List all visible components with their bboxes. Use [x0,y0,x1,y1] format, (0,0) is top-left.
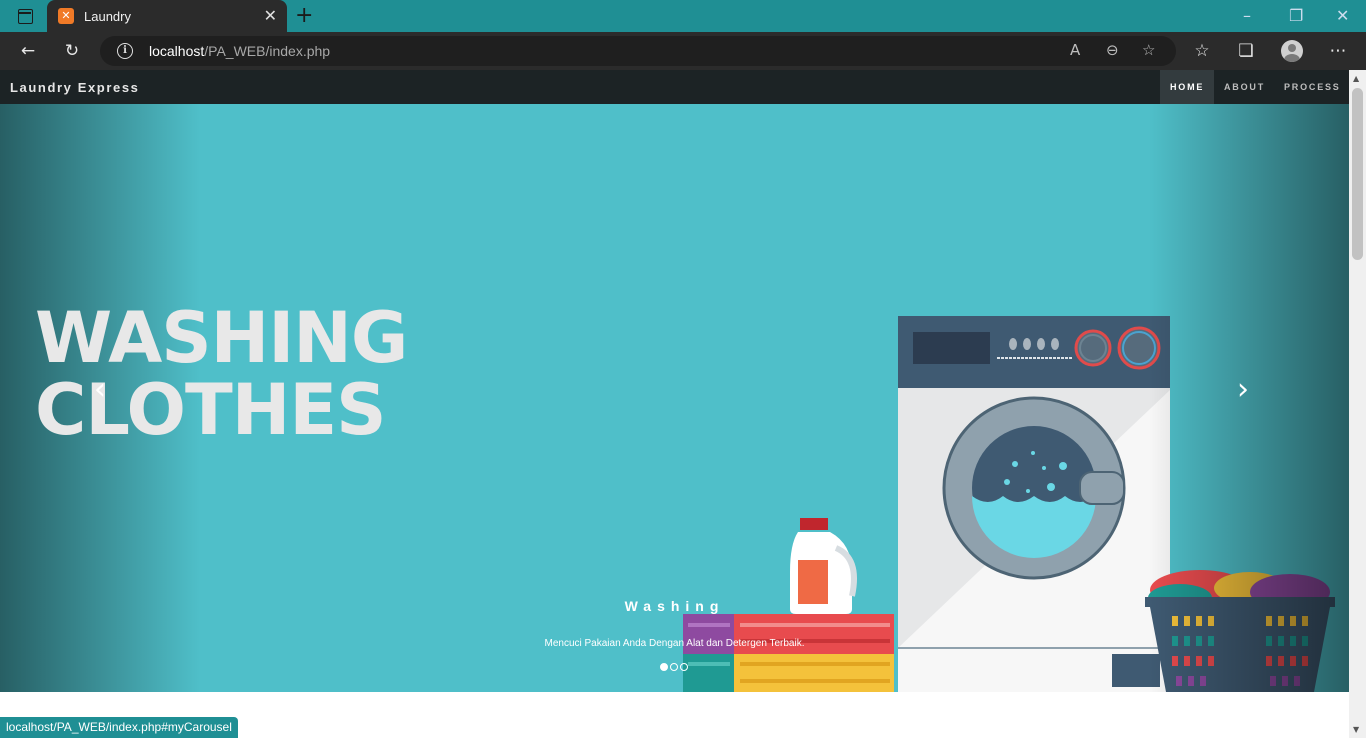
carousel-caption-text: Mencuci Pakaian Anda Dengan Alat dan Det… [544,638,805,649]
browser-toolbar: ← ↻ i localhost/PA_WEB/index.php A ⊖ ☆ ☆… [0,32,1366,70]
browser-tab-bar: ✕ Laundry ✕ + – ❐ ✕ [0,0,1366,32]
status-bar-url: localhost/PA_WEB/index.php#myCarousel [0,717,238,738]
chevron-right-icon[interactable]: › [1237,372,1249,407]
carousel-indicator-1[interactable] [660,663,668,671]
tab-actions-icon[interactable] [10,6,38,26]
profile-avatar[interactable] [1281,40,1303,62]
new-tab-icon[interactable]: + [295,3,313,28]
nav-process[interactable]: PROCESS [1274,70,1349,104]
minimize-icon[interactable]: – [1243,6,1251,25]
collections-icon[interactable]: ❏ [1235,40,1257,62]
page-scrollbar[interactable]: ▲ ▼ [1349,70,1366,738]
restore-icon[interactable]: ❐ [1289,6,1303,25]
site-brand[interactable]: Laundry Express [10,80,140,95]
hero-headline-line2: CLOTHES [35,369,387,451]
page-viewport: Laundry Express HOME ABOUT PROCESS WASHI… [0,70,1349,738]
carousel-indicator-2[interactable] [670,663,678,671]
browser-tab[interactable]: ✕ Laundry ✕ [47,0,287,32]
scroll-down-icon[interactable]: ▼ [1353,725,1359,734]
hero-carousel: WASHING CLOTHES ‹ › Washing Mencuci Paka… [0,104,1349,692]
add-favorite-icon[interactable]: ☆ [1142,41,1155,59]
url-host: localhost [149,43,205,59]
tab-title: Laundry [84,9,131,24]
address-bar[interactable]: i localhost/PA_WEB/index.php A ⊖ ☆ [100,36,1176,66]
nav-home[interactable]: HOME [1160,70,1214,104]
carousel-indicator-3[interactable] [680,663,688,671]
refresh-icon[interactable]: ↻ [61,40,83,62]
site-navbar: Laundry Express HOME ABOUT PROCESS [0,70,1349,104]
close-tab-icon[interactable]: ✕ [264,6,277,25]
hero-headline: WASHING CLOTHES [35,297,408,451]
back-icon[interactable]: ← [17,40,39,62]
carousel-caption-title: Washing [624,598,725,614]
chevron-left-icon[interactable]: ‹ [94,372,106,407]
url-path: /PA_WEB/index.php [204,43,331,59]
carousel-indicators [660,658,690,676]
scroll-up-icon[interactable]: ▲ [1353,74,1359,83]
zoom-out-icon[interactable]: ⊖ [1106,41,1119,59]
xampp-icon: ✕ [58,8,74,24]
hero-headline-line1: WASHING [35,297,408,379]
close-window-icon[interactable]: ✕ [1336,6,1349,25]
info-icon[interactable]: i [117,43,133,59]
url-text[interactable]: localhost/PA_WEB/index.php [149,43,330,59]
nav-about[interactable]: ABOUT [1214,70,1275,104]
favorites-icon[interactable]: ☆ [1191,40,1213,62]
more-icon[interactable]: ⋯ [1327,40,1349,62]
scroll-thumb[interactable] [1352,88,1363,260]
read-aloud-icon[interactable]: A [1070,41,1080,59]
